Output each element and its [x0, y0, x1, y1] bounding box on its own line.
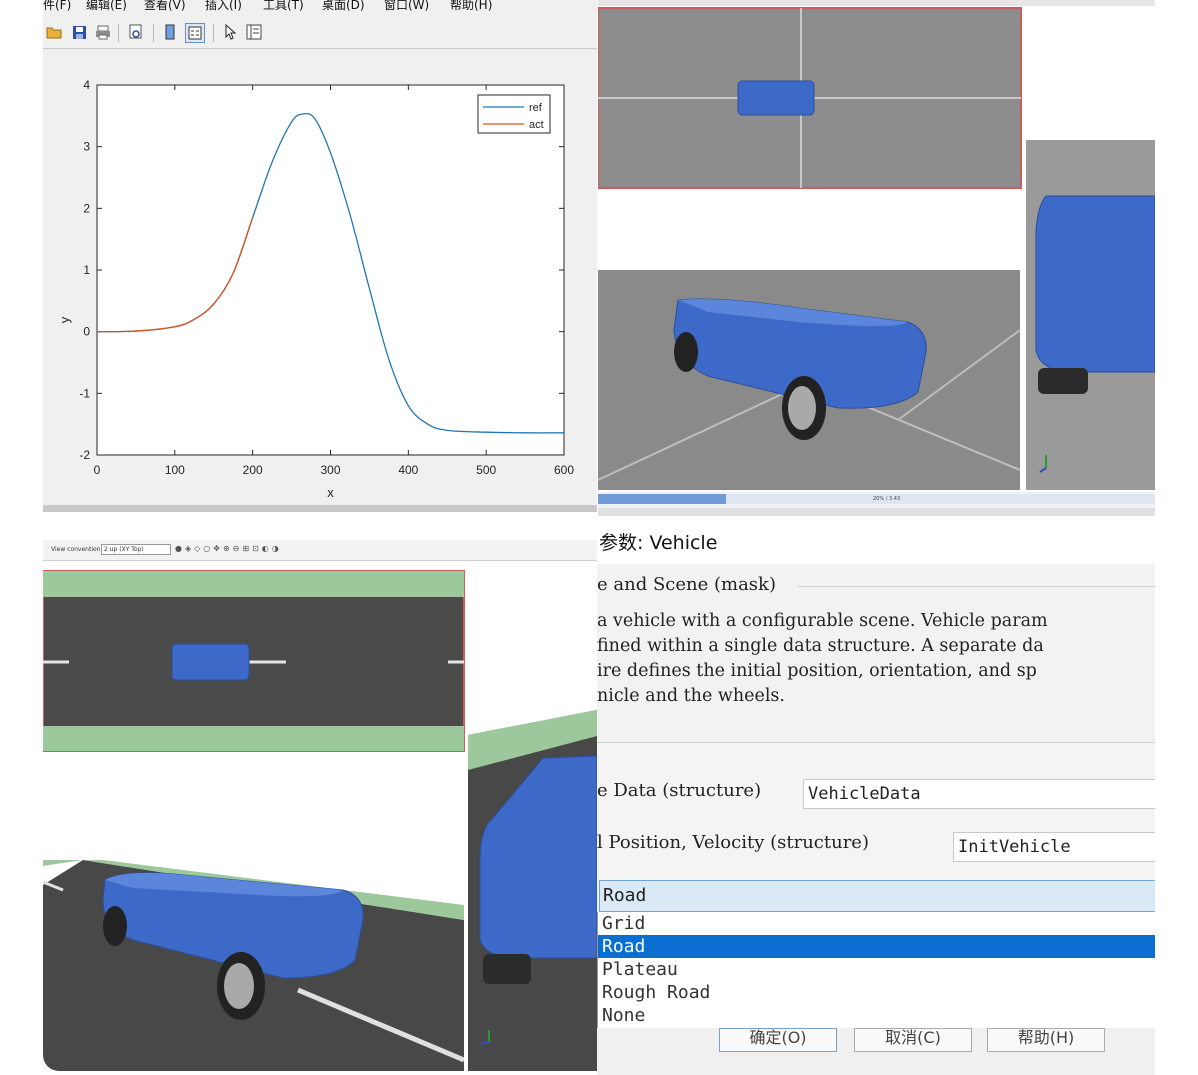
menu-window[interactable]: 窗口(W) — [384, 0, 429, 11]
x-tick-label: 300 — [320, 463, 340, 477]
wheel-rim — [224, 963, 254, 1009]
wheel — [103, 906, 127, 946]
wheel — [483, 954, 531, 984]
viewer-top-border — [598, 0, 1155, 6]
description-line: fined within a single data structure. A … — [597, 636, 1044, 656]
scene-option-grid[interactable]: Grid — [598, 912, 1155, 935]
wheel-rim — [788, 386, 816, 430]
scene-select[interactable]: Road — [599, 880, 1155, 912]
scene-option-road[interactable]: Road — [598, 935, 1155, 958]
description-line: nicle and the wheels. — [597, 686, 785, 706]
y-tick-label: 4 — [83, 78, 90, 92]
y-tick-label: -1 — [79, 386, 90, 400]
wheel — [674, 332, 698, 372]
matlab-figure-window: 件(F) 编辑(E) 查看(V) 插入(I) 工具(T) 桌面(D) 窗口(W)… — [43, 0, 597, 512]
scene-dropdown-list: Grid Road Plateau Rough Road None — [597, 912, 1155, 1030]
grass-strip — [43, 571, 464, 597]
figure-status-strip — [43, 505, 597, 512]
figure-menubar: 件(F) 编辑(E) 查看(V) 插入(I) 工具(T) 桌面(D) 窗口(W)… — [43, 0, 597, 14]
description-group: e and Scene (mask) a vehicle with a conf… — [597, 564, 1155, 744]
y-axis-label: y — [57, 316, 72, 323]
x-tick-label: 100 — [165, 463, 185, 477]
status-text: 20% / 3.43 — [873, 496, 901, 502]
side-view-pane[interactable] — [1026, 140, 1155, 490]
grass-strip — [43, 726, 464, 751]
viewer-tool-icons[interactable]: ●◈◇○✥⊕⊖⊞⊡◐◑ — [175, 544, 282, 553]
open-file-icon[interactable] — [45, 23, 63, 41]
legend-label: ref — [529, 102, 543, 114]
block-parameters-dialog: 参数: Vehicle e and Scene (mask) a vehicle… — [597, 520, 1155, 1075]
cancel-button[interactable]: 取消(C) — [854, 1028, 972, 1052]
legend-icon[interactable] — [185, 23, 205, 43]
ok-button[interactable]: 确定(O) — [719, 1028, 837, 1052]
colorbar-icon[interactable] — [161, 23, 179, 41]
dialog-title: 参数: Vehicle — [599, 532, 718, 554]
y-tick-label: -2 — [79, 448, 90, 462]
y-tick-label: 3 — [83, 140, 90, 154]
view-convention-label: View convention — [51, 546, 101, 553]
view-convention-select[interactable]: 2 up (XY Top) — [101, 544, 171, 555]
top-view-pane[interactable] — [598, 7, 1022, 189]
help-button[interactable]: 帮助(H) — [987, 1028, 1105, 1052]
group-title: e and Scene (mask) — [597, 574, 776, 595]
line-chart: 0 100 200 300 400 500 600 4 3 2 1 0 -1 -2 x y ref act — [57, 78, 574, 500]
x-tick-label: 400 — [398, 463, 418, 477]
menu-view[interactable]: 查看(V) — [144, 0, 186, 11]
vehicle-top-view — [737, 80, 815, 116]
x-tick-label: 0 — [94, 463, 101, 477]
vehicle-3d-viewer-bottom: View convention 2 up (XY Top) ●◈◇○✥⊕⊖⊞⊡◐… — [43, 540, 597, 1071]
perspective-view-pane[interactable] — [598, 270, 1021, 490]
top-view-pane[interactable] — [43, 570, 465, 752]
toolbar-separator — [213, 24, 214, 42]
legend-label: act — [529, 119, 544, 131]
dialog-button-row: 确定(O) 取消(C) 帮助(H) — [597, 1028, 1155, 1075]
pointer-icon[interactable] — [221, 23, 239, 41]
y-tick-label: 2 — [83, 201, 90, 215]
menu-help[interactable]: 帮助(H) — [450, 0, 492, 11]
x-tick-label: 200 — [243, 463, 263, 477]
description-line: ire defines the initial position, orient… — [597, 661, 1037, 681]
menu-insert[interactable]: 插入(I) — [205, 0, 242, 11]
vehicle-data-field[interactable]: VehicleData — [803, 779, 1155, 809]
vehicle-data-label: e Data (structure) — [597, 780, 762, 801]
save-icon[interactable] — [70, 23, 88, 41]
menu-desktop[interactable]: 桌面(D) — [322, 0, 365, 11]
property-editor-icon[interactable] — [245, 23, 263, 41]
scene-option-plateau[interactable]: Plateau — [598, 958, 1155, 981]
progress-bar — [598, 494, 726, 504]
menu-tools[interactable]: 工具(T) — [263, 0, 304, 11]
y-tick-label: 0 — [83, 325, 90, 339]
figure-toolbar — [43, 18, 597, 49]
menu-file[interactable]: 件(F) — [43, 0, 71, 11]
progress-track — [726, 494, 1155, 504]
divider — [597, 742, 1155, 743]
description-line: a vehicle with a configurable scene. Veh… — [597, 611, 1048, 631]
viewer-bottom-toolbar — [598, 508, 1155, 516]
wheel — [1038, 368, 1088, 394]
perspective-view-pane[interactable] — [43, 860, 465, 1071]
axes-box — [96, 84, 565, 456]
vehicle-closeup — [1035, 195, 1155, 373]
initial-position-field[interactable]: InitVehicle — [953, 832, 1155, 862]
x-tick-label: 600 — [554, 463, 574, 477]
toolbar-separator — [118, 24, 119, 42]
menu-edit[interactable]: 编辑(E) — [86, 0, 127, 11]
x-axis-label: x — [327, 485, 334, 500]
scene-option-none[interactable]: None — [598, 1004, 1155, 1027]
scene-option-rough-road[interactable]: Rough Road — [598, 981, 1155, 1004]
y-tick-label: 1 — [83, 263, 90, 277]
x-tick-label: 500 — [476, 463, 496, 477]
print-icon[interactable] — [94, 23, 112, 41]
print-preview-icon[interactable] — [127, 23, 145, 41]
viewer-toolbar: View convention 2 up (XY Top) ●◈◇○✥⊕⊖⊞⊡◐… — [43, 540, 597, 561]
group-divider — [797, 586, 1155, 587]
vehicle-top-view — [171, 643, 250, 681]
toolbar-separator — [153, 24, 154, 42]
vehicle-3d-viewer-top: 20% / 3.43 — [598, 0, 1155, 516]
initial-position-label: l Position, Velocity (structure) — [597, 832, 869, 853]
side-view-pane[interactable] — [468, 710, 597, 1071]
